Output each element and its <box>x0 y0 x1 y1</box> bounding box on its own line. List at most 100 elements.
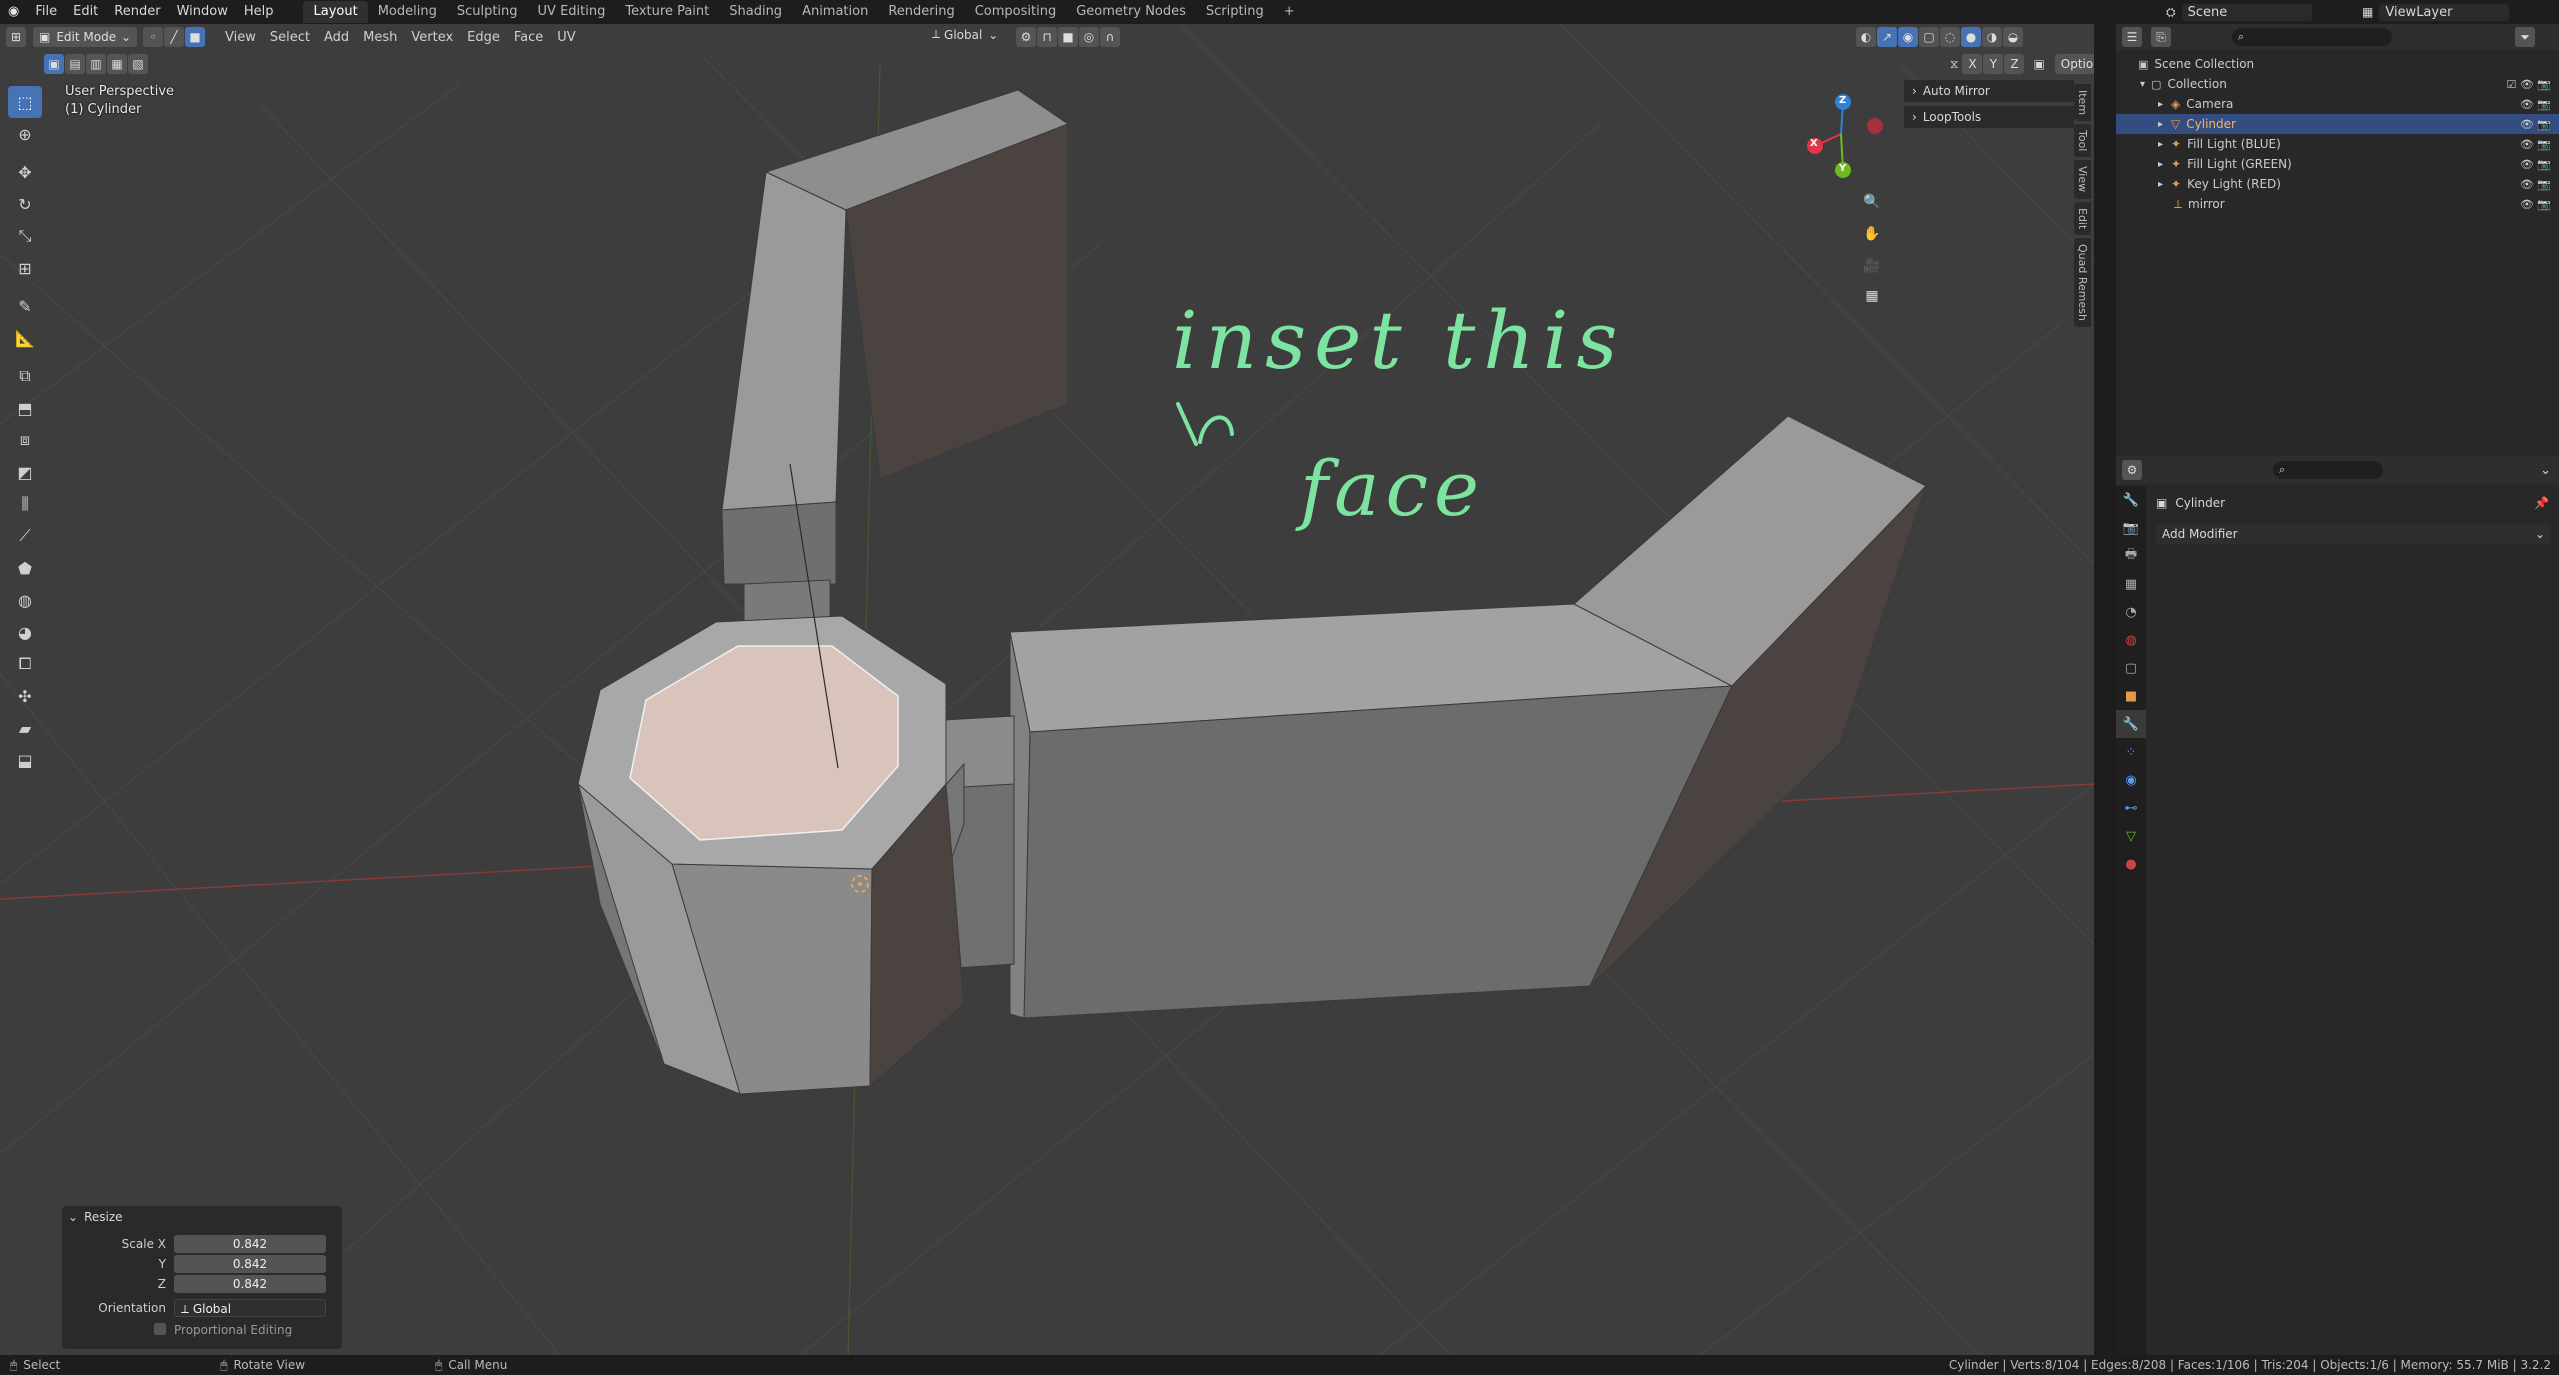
add-workspace-button[interactable]: + <box>1274 1 1305 23</box>
poly-build-tool-icon[interactable]: ⬟ <box>8 552 42 584</box>
inset-tool-icon[interactable]: ⧈ <box>8 424 42 456</box>
operator-panel-header[interactable]: ⌄ Resize <box>68 1210 123 1224</box>
data-tab-icon[interactable]: ▽ <box>2116 822 2146 850</box>
snap-target-icon[interactable]: ■ <box>1058 27 1078 47</box>
add-cube-tool-icon[interactable]: ⧉ <box>8 360 42 392</box>
menu-uv[interactable]: UV <box>550 30 582 45</box>
loop-cut-tool-icon[interactable]: ⫼ <box>8 488 42 520</box>
rendered-shading-icon[interactable]: ◒ <box>2003 27 2023 47</box>
tool-tab-icon[interactable]: 🔧 <box>2116 486 2146 514</box>
menu-select[interactable]: Select <box>263 30 317 45</box>
rip-tool-icon[interactable]: ⬓ <box>8 744 42 776</box>
editor-type-icon[interactable]: ⊞ <box>6 27 26 47</box>
fill-light-green-visibility-icons[interactable]: 👁 📷 <box>2520 158 2551 171</box>
ortho-grid-icon[interactable]: ▦ <box>1858 282 1886 310</box>
menu-window[interactable]: Window <box>169 0 236 24</box>
mode-selector[interactable]: ▣ Edit Mode ⌄ <box>33 27 137 47</box>
auto-mirror-panel[interactable]: › Auto Mirror <box>1904 80 2074 102</box>
overlay-toggle-icon[interactable]: ◉ <box>1898 27 1918 47</box>
zoom-icon[interactable]: 🔍 <box>1858 188 1886 216</box>
navigation-gizmo[interactable]: X Y Z <box>1795 84 1895 184</box>
tab-modeling[interactable]: Modeling <box>368 1 447 23</box>
outliner-item-cylinder[interactable]: ▸ ▽ Cylinder 👁 📷 <box>2116 114 2559 134</box>
mirror-x-toggle[interactable]: X <box>1962 54 1983 74</box>
tab-animation[interactable]: Animation <box>792 1 878 23</box>
wireframe-shading-icon[interactable]: ◌ <box>1940 27 1960 47</box>
pin-icon[interactable]: 📌 <box>2534 496 2549 510</box>
blender-logo-icon[interactable]: ◉ <box>0 0 27 24</box>
tab-uv-editing[interactable]: UV Editing <box>528 1 616 23</box>
display-mode-icon[interactable]: ⎘ <box>2151 27 2171 47</box>
tab-layout[interactable]: Layout <box>303 1 368 23</box>
particles-tab-icon[interactable]: ⁘ <box>2116 738 2146 766</box>
outliner-item-key-light-red[interactable]: ▸ ✦ Key Light (RED) 👁 📷 <box>2116 174 2559 194</box>
menu-edge[interactable]: Edge <box>460 30 507 45</box>
shrink-fatten-tool-icon[interactable]: ✣ <box>8 680 42 712</box>
collection-row[interactable]: ▾ ▢ Collection ☑ 👁 📷 <box>2116 74 2559 94</box>
face-select-icon[interactable]: ■ <box>185 27 205 47</box>
tab-texture-paint[interactable]: Texture Paint <box>615 1 719 23</box>
tab-quad-remesh[interactable]: Quad Remesh <box>2074 237 2091 327</box>
move-tool-icon[interactable]: ✥ <box>8 156 42 188</box>
menu-mesh[interactable]: Mesh <box>356 30 404 45</box>
outliner-item-fill-light-blue[interactable]: ▸ ✦ Fill Light (BLUE) 👁 📷 <box>2116 134 2559 154</box>
output-tab-icon[interactable]: 🖶 <box>2116 542 2146 570</box>
cylinder-visibility-icons[interactable]: 👁 📷 <box>2520 118 2551 131</box>
key-light-red-visibility-icons[interactable]: 👁 📷 <box>2520 178 2551 191</box>
pan-hand-icon[interactable]: ✋ <box>1858 220 1886 248</box>
annotate-tool-icon[interactable]: ✎ <box>8 290 42 322</box>
material-tab-icon[interactable]: ● <box>2116 850 2146 878</box>
outliner-item-camera[interactable]: ▸ ◈ Camera 👁 📷 <box>2116 94 2559 114</box>
tab-compositing[interactable]: Compositing <box>965 1 1067 23</box>
rotate-tool-icon[interactable]: ↻ <box>8 188 42 220</box>
tab-shading[interactable]: Shading <box>719 1 792 23</box>
scene-tab-icon[interactable]: ◔ <box>2116 598 2146 626</box>
cursor-tool-icon[interactable]: ⊕ <box>8 118 42 150</box>
camera-view-icon[interactable]: 🎥 <box>1858 252 1886 280</box>
mirror-z-toggle[interactable]: Z <box>2004 54 2025 74</box>
transform-tool-icon[interactable]: ⊞ <box>8 252 42 284</box>
menu-edit[interactable]: Edit <box>65 0 106 24</box>
visibility-icon[interactable]: ◐ <box>1856 27 1876 47</box>
falloff-icon[interactable]: ∩ <box>1100 27 1120 47</box>
menu-file[interactable]: File <box>27 0 65 24</box>
scale-x-field[interactable]: 0.842 <box>174 1235 326 1253</box>
mirror-y-toggle[interactable]: Y <box>1983 54 2004 74</box>
menu-vertex[interactable]: Vertex <box>404 30 460 45</box>
menu-view[interactable]: View <box>218 30 263 45</box>
vertex-select-icon[interactable]: ◦ <box>143 27 163 47</box>
object-tab-icon[interactable]: ■ <box>2116 682 2146 710</box>
scene-collection-row[interactable]: ▣ Scene Collection <box>2116 54 2559 74</box>
outliner-item-mirror[interactable]: ⟂ mirror 👁 📷 <box>2116 194 2559 214</box>
filter-icon[interactable]: ⏷ <box>2515 27 2535 47</box>
outliner-item-fill-light-green[interactable]: ▸ ✦ Fill Light (GREEN) 👁 📷 <box>2116 154 2559 174</box>
auto-merge-icon[interactable]: ▣ <box>2033 57 2044 71</box>
viewlayer-selector[interactable]: ▦ ViewLayer <box>2362 2 2510 22</box>
scale-z-field[interactable]: 0.842 <box>174 1275 326 1293</box>
outliner-editor-icon[interactable]: ☰ <box>2122 27 2142 47</box>
pivot-icon[interactable]: ⚙ <box>1016 27 1036 47</box>
world-tab-icon[interactable]: ◍ <box>2116 626 2146 654</box>
collection-visibility-icons[interactable]: ☑ 👁 📷 <box>2506 78 2551 91</box>
scene-selector[interactable]: ⛭ Scene <box>2166 2 2312 22</box>
menu-face[interactable]: Face <box>507 30 550 45</box>
solid-shading-icon[interactable]: ● <box>1961 27 1981 47</box>
tab-sculpting[interactable]: Sculpting <box>447 1 528 23</box>
tab-tool[interactable]: Tool <box>2074 124 2091 158</box>
transform-orientation-selector[interactable]: ⟂ Global ⌄ <box>932 27 998 42</box>
render-tab-icon[interactable]: 📷 <box>2116 514 2146 542</box>
xray-icon[interactable]: ▢ <box>1919 27 1939 47</box>
edge-select-icon[interactable]: ╱ <box>164 27 184 47</box>
select-subtract-icon[interactable]: ▥ <box>86 54 106 74</box>
gizmo-toggle-icon[interactable]: ↗ <box>1877 27 1897 47</box>
menu-add[interactable]: Add <box>317 30 356 45</box>
scale-tool-icon[interactable]: ⤡ <box>8 220 42 252</box>
edge-slide-tool-icon[interactable]: ⧠ <box>8 648 42 680</box>
tab-edit[interactable]: Edit <box>2074 201 2091 235</box>
bevel-tool-icon[interactable]: ◩ <box>8 456 42 488</box>
add-modifier-dropdown[interactable]: Add Modifier ⌄ <box>2156 524 2551 544</box>
constraints-tab-icon[interactable]: ⊷ <box>2116 794 2146 822</box>
proportional-checkbox[interactable] <box>154 1322 166 1335</box>
looptools-panel[interactable]: › LoopTools <box>1904 106 2074 128</box>
tab-scripting[interactable]: Scripting <box>1196 1 1274 23</box>
